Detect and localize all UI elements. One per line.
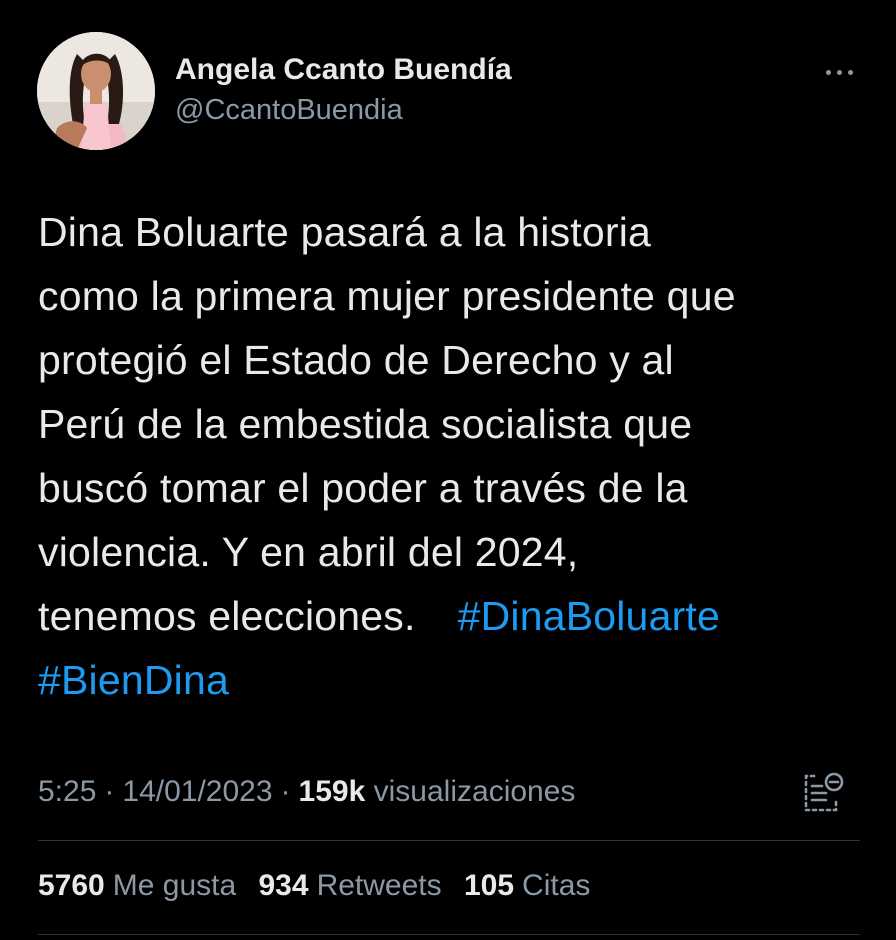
tweet-text-line: buscó tomar el poder a través de la (38, 465, 688, 511)
tweet-text-segment: tenemos elecciones. (38, 593, 416, 639)
tweet-text-line: #BienDina (38, 648, 868, 712)
handle[interactable]: @CcantoBuendia (175, 92, 512, 128)
tweet-text-line: Dina Boluarte pasará a la historia (38, 209, 652, 255)
tweet-meta: 5:25 · 14/01/2023 · 159k visualizaciones (38, 772, 575, 812)
tweet-text-line: protegió el Estado de Derecho y al (38, 337, 674, 383)
avatar[interactable] (37, 32, 155, 150)
divider (38, 934, 860, 935)
likes-stat[interactable]: 5760 Me gusta (38, 866, 236, 906)
display-name[interactable]: Angela Ccanto Buendía (175, 52, 512, 88)
engagement-stats: 5760 Me gusta 934 Retweets 105 Citas (38, 866, 604, 906)
more-horizontal-icon (825, 69, 831, 75)
tweet-time[interactable]: 5:25 (38, 775, 96, 808)
divider (38, 840, 860, 841)
more-horizontal-icon (847, 69, 853, 75)
quotes-stat[interactable]: 105 Citas (464, 866, 590, 906)
hashtag-link-dinaboluarte[interactable]: #DinaBoluarte (458, 593, 720, 639)
tweet-text-line: Perú de la embestida socialista que (38, 401, 693, 447)
meta-separator: · (104, 775, 115, 808)
tweet-text-line: violencia. Y en abril del 2024, (38, 529, 579, 575)
hashtag-link-biendina[interactable]: #BienDina (38, 657, 229, 703)
retweets-label: Retweets (316, 869, 442, 902)
retweets-count: 934 (258, 869, 309, 902)
more-horizontal-icon (836, 69, 842, 75)
quotes-count: 105 (463, 869, 515, 902)
retweets-stat[interactable]: 934 Retweets (259, 866, 442, 906)
analytics-icon (804, 772, 844, 812)
meta-separator: · (280, 775, 291, 808)
author-block[interactable]: Angela Ccanto Buendía @CcantoBuendia (175, 52, 512, 128)
likes-label: Me gusta (112, 869, 237, 902)
tweet-detail: Angela Ccanto Buendía @CcantoBuendia Din… (0, 0, 896, 940)
tweet-text-line-with-hashtag: tenemos elecciones. #DinaBoluarte (38, 584, 868, 648)
tweet-date[interactable]: 14/01/2023 (122, 775, 272, 808)
profile-photo-icon (37, 32, 155, 150)
tweet-text-line: como la primera mujer presidente que (38, 273, 736, 319)
likes-count: 5760 (38, 869, 105, 902)
analytics-icon[interactable] (800, 770, 846, 816)
views-label: visualizaciones (373, 775, 576, 808)
views-count: 159k (298, 775, 366, 808)
quotes-label: Citas (522, 869, 591, 902)
tweet-text: Dina Boluarte pasará a la historia como … (38, 200, 868, 712)
more-options-button[interactable] (816, 58, 862, 86)
